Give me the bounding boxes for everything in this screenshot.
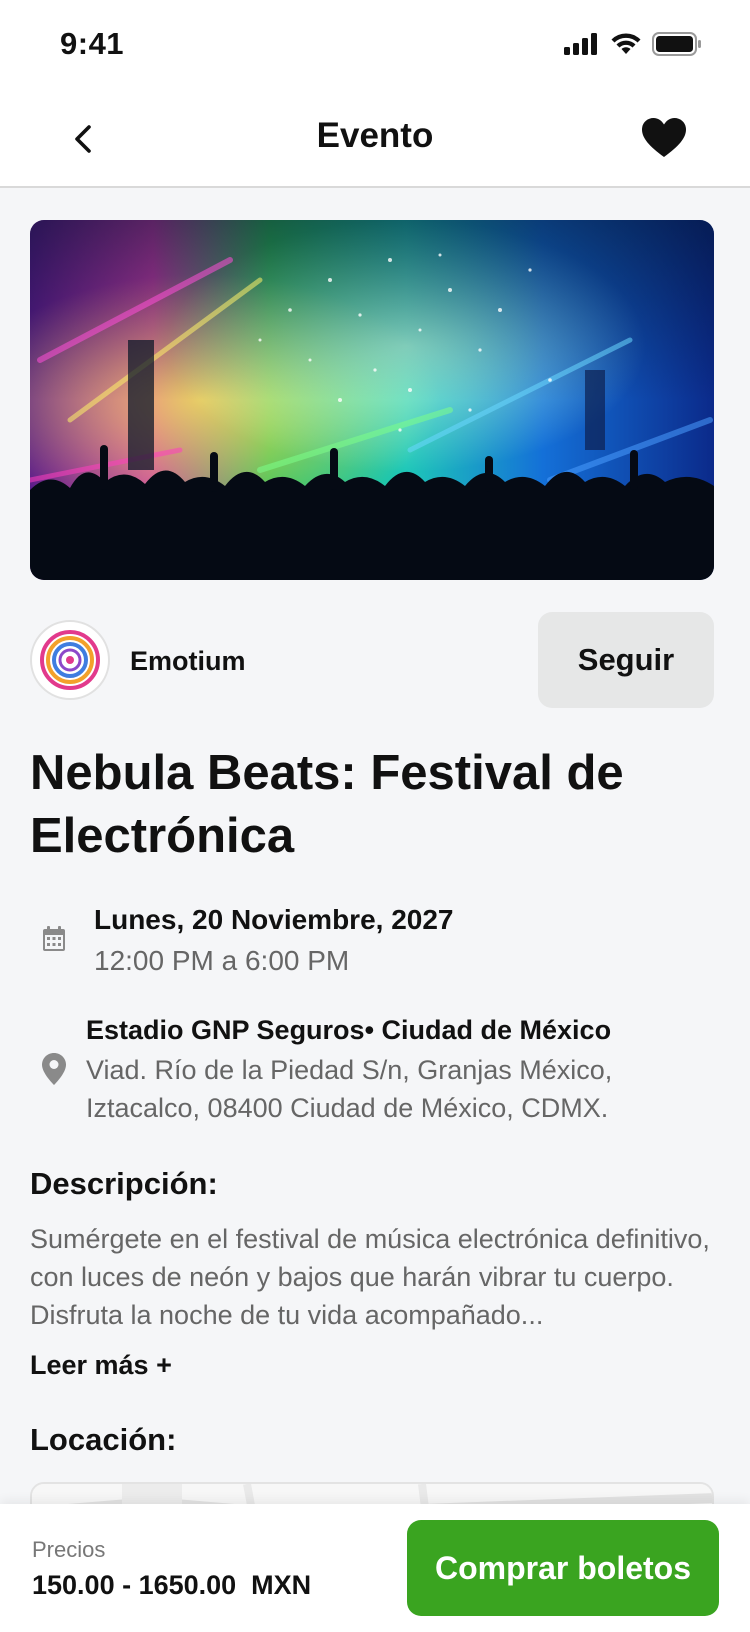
app-header: Evento xyxy=(0,90,750,188)
organizer-logo-icon xyxy=(40,630,100,690)
event-hero-image xyxy=(30,220,714,580)
battery-icon xyxy=(652,32,701,56)
read-more-link[interactable]: Leer más + xyxy=(30,1350,172,1381)
event-location[interactable]: Estadio GNP Seguros• Ciudad de México Vi… xyxy=(30,1015,714,1130)
heart-icon xyxy=(642,118,686,157)
status-bar: 9:41 xyxy=(0,0,750,90)
purchase-bar: Precios 150.00 - 1650.00 MXN Comprar bol… xyxy=(0,1504,750,1632)
event-time: 12:00 PM a 6:00 PM xyxy=(94,945,350,976)
follow-button[interactable]: Seguir xyxy=(538,612,714,708)
description-text: Sumérgete en el festival de música elect… xyxy=(30,1224,710,1330)
organizer-name[interactable]: Emotium xyxy=(130,646,246,677)
favorite-button[interactable] xyxy=(638,112,690,164)
price-range: 150.00 - 1650.00 MXN xyxy=(32,1570,312,1600)
price-label: Precios xyxy=(32,1537,106,1562)
event-title: Nebula Beats: Festival de Electrónica xyxy=(30,746,624,863)
location-pin-icon xyxy=(42,1053,66,1085)
status-time: 9:41 xyxy=(60,26,125,61)
description-heading: Descripción: xyxy=(30,1166,218,1201)
calendar-icon xyxy=(43,926,65,951)
event-datetime: Lunes, 20 Noviembre, 2027 12:00 PM a 6:0… xyxy=(30,900,714,990)
buy-tickets-button[interactable]: Comprar boletos xyxy=(407,1520,719,1616)
event-date: Lunes, 20 Noviembre, 2027 xyxy=(94,904,454,935)
status-icons xyxy=(564,32,702,56)
event-detail-screen: 9:41 Evento Emotium Seguir Nebula Beats:… xyxy=(0,0,750,1632)
venue-name: Estadio GNP Seguros• Ciudad de México xyxy=(86,1015,612,1045)
signal-icon xyxy=(564,33,597,55)
organizer-row: Emotium Seguir xyxy=(30,612,714,708)
organizer-avatar[interactable] xyxy=(30,620,110,700)
venue-address: Viad. Río de la Piedad S/n, Granjas Méxi… xyxy=(86,1055,613,1123)
wifi-icon xyxy=(611,33,641,54)
location-heading: Locación: xyxy=(30,1422,177,1457)
